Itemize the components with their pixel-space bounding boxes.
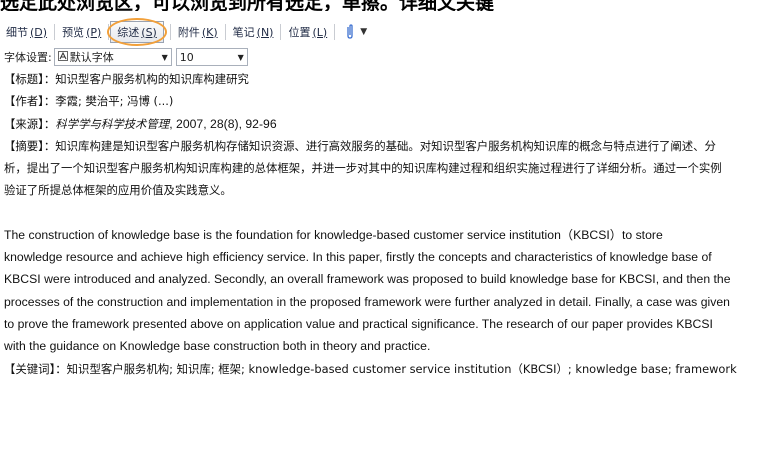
tab-notes[interactable]: 笔记 (N) (227, 21, 280, 43)
tab-attachments-label: 附件 (177, 26, 200, 39)
tab-details[interactable]: 细节 (D) (0, 21, 53, 43)
font-size-select[interactable]: 10 ▼ (175, 48, 248, 66)
summary-content: 【标题】：知识型客户服务机构的知识库构建研究 【作者】：李霞; 樊治平; 冯博 … (4, 68, 766, 380)
tab-details-label: 细节 (6, 26, 28, 39)
tab-preview[interactable]: 预览 (P) (56, 21, 107, 43)
author-line: 【作者】：李霞; 樊治平; 冯博 (...) (4, 90, 766, 112)
abstract-en-text-6: with the guidance on Knowledge base cons… (4, 339, 431, 354)
font-family-select[interactable]: 默认字体 ▼ (53, 48, 172, 66)
tab-details-key: (D) (30, 25, 48, 39)
tab-separator (224, 24, 226, 40)
title-label: 【标题】 (4, 72, 44, 86)
font-settings-bar: 字体设置: 默认字体 ▼ 10 ▼ (4, 48, 248, 66)
keywords-label: 【关键词】 (4, 361, 56, 376)
tab-separator (169, 24, 171, 40)
tab-separator (334, 24, 336, 40)
paperclip-icon[interactable] (342, 21, 358, 43)
source-label: 【来源】 (4, 116, 44, 131)
tab-separator (280, 24, 282, 40)
tab-location[interactable]: 位置 (L) (282, 21, 333, 43)
font-family-value: 默认字体 (69, 51, 114, 64)
tab-preview-key: (P) (86, 25, 102, 39)
title-value: ：知识型客户服务机构的知识库构建研究 (43, 72, 249, 86)
chevron-down-icon[interactable]: ▼ (360, 27, 367, 37)
abstract-zh-text-3: 验证了所提总体框架的应用价值及实践意义。 (4, 183, 232, 198)
keywords-value: ：知识型客户服务机构; 知识库; 框架; knowledge-based cus… (55, 361, 737, 376)
toolbar: 细节 (D) 预览 (P) 综述 (S) 附件 (K) 笔记 (N) 位置 (L) ▼ (0, 18, 769, 46)
abstract-en-text-4: processes of the construction and implem… (4, 294, 730, 309)
title-line: 【标题】：知识型客户服务机构的知识库构建研究 (4, 68, 766, 90)
tab-notes-key: (N) (256, 25, 274, 39)
source-separator: ： (43, 116, 56, 131)
top-strip-text: 选定此处浏览区，可以浏览到所有选定，单擦。详细文关键 (0, 0, 495, 11)
author-value: ：李霞; 樊治平; 冯博 (...) (43, 94, 174, 109)
keywords-line: 【关键词】：知识型客户服务机构; 知识库; 框架; knowledge-base… (4, 358, 766, 380)
tab-separator (54, 24, 56, 40)
tab-preview-label: 预览 (62, 26, 85, 39)
tab-attachments-key: (K) (201, 25, 218, 39)
abstract-zh-text-1: ：知识库构建是知识型客户服务机构存储知识资源、进行高效服务的基础。对知识型客户服… (43, 138, 716, 153)
source-line: 【来源】：科学学与科学技术管理, 2007, 28(8), 92-96 (4, 113, 766, 135)
abstract-zh-text-2: 析，提出了一个知识型客户服务机构知识库构建的总体框架，并进一步对其中的知识库构建… (4, 161, 722, 176)
source-journal: 科学学与科学技术管理 (55, 116, 170, 131)
tab-summary[interactable]: 综述 (S) (107, 18, 167, 46)
abstract-label: 【摘要】 (4, 138, 44, 153)
abstract-en-text-1: The construction of knowledge base is th… (4, 227, 663, 242)
chevron-down-icon: ▼ (237, 52, 244, 62)
abstract-zh-line: 【摘要】：知识库构建是知识型客户服务机构存储知识资源、进行高效服务的基础。对知识… (4, 135, 766, 157)
author-label: 【作者】 (4, 94, 44, 109)
font-icon (57, 50, 68, 64)
abstract-en-text-5: to prove the framework presented above o… (4, 316, 713, 331)
tab-notes-label: 笔记 (232, 26, 255, 39)
font-settings-label: 字体设置: (4, 51, 52, 64)
tab-attachments[interactable]: 附件 (K) (172, 21, 224, 43)
abstract-en-text-2: knowledge resource and achieve high effi… (4, 250, 712, 265)
tab-summary-key: (S) (141, 25, 157, 39)
tab-location-label: 位置 (288, 26, 311, 39)
abstract-en-text-3: KBCSI were introduced and analyzed. Seco… (4, 272, 731, 287)
chevron-down-icon: ▼ (161, 52, 168, 62)
tab-summary-label: 综述 (117, 26, 140, 39)
source-details: , 2007, 28(8), 92-96 (169, 116, 277, 131)
font-size-value: 10 (179, 50, 194, 64)
tab-location-key: (L) (312, 25, 328, 39)
